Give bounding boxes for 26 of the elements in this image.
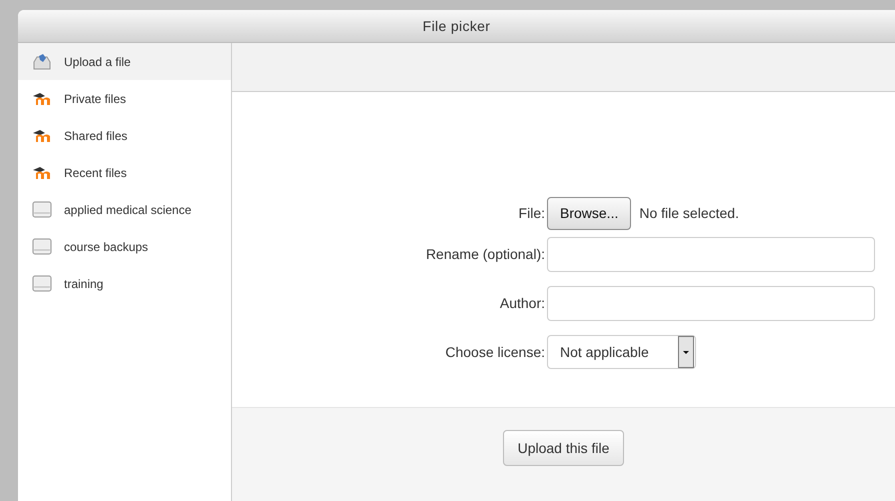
sidebar-item[interactable]: training [18,265,231,302]
field-label: Choose license: [444,342,545,362]
logo-icon [32,128,52,142]
sidebar-item[interactable]: Private files [18,80,231,117]
upload-tray-icon [32,52,52,70]
field-label: File: [518,204,545,223]
sidebar-item[interactable]: Recent files [18,154,231,191]
upload-button[interactable]: Upload this file [502,430,624,466]
rename-field[interactable] [547,236,875,272]
sidebar-item[interactable]: applied medical science [18,191,231,228]
drive-icon [32,238,52,255]
sidebar-item[interactable]: Upload a file [18,43,231,80]
drive-icon [32,201,52,218]
caret-icon [678,336,694,368]
file-status: No file selected. [639,204,739,223]
sidebar-item[interactable]: course backups [18,228,231,265]
logo-icon [32,166,52,180]
sidebar-item[interactable]: Shared files [18,117,231,154]
field-label: Rename (optional): [424,244,545,264]
window-title: File picker [422,16,490,36]
browse-button[interactable]: Browse... [547,197,632,230]
logo-icon [32,92,52,106]
license-select[interactable]: Not applicable [547,335,696,369]
author-field[interactable] [547,286,875,320]
field-label: Author: [498,294,545,312]
drive-icon [32,275,52,292]
